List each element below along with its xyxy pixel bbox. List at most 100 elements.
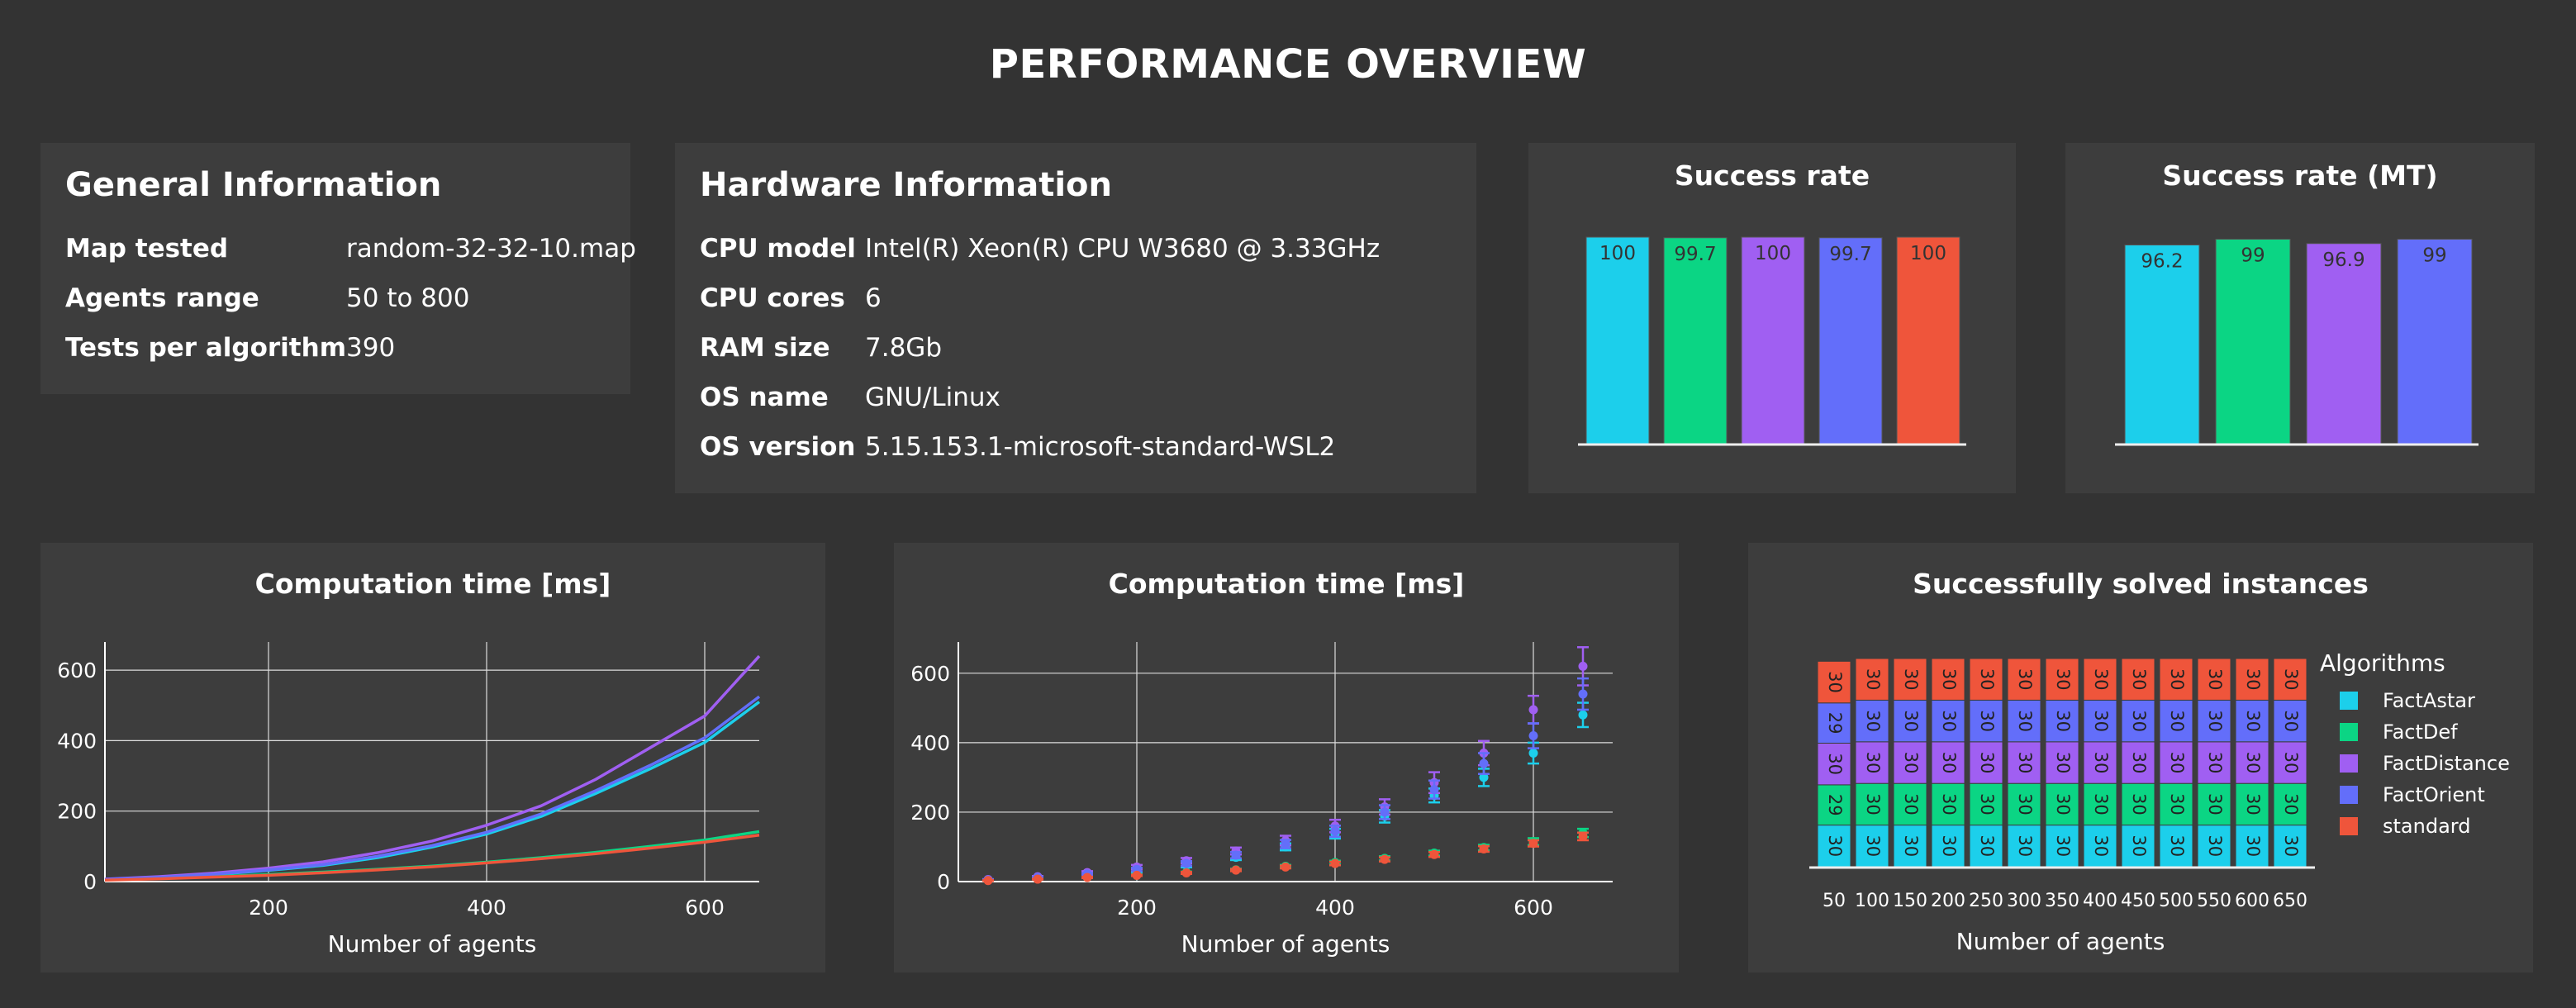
info-row: OS name GNU/Linux — [700, 373, 1380, 422]
bar-value-label: 99 — [2241, 245, 2265, 267]
stacked-bar-value-label: 30 — [1939, 793, 1959, 815]
computation-time-line-chart: 0 200 400 600 200 400 600 Number of agents — [57, 642, 761, 958]
info-value: GNU/Linux — [865, 383, 1000, 412]
bar-factdef — [1663, 237, 1728, 445]
bar-factdef — [2215, 239, 2291, 445]
legend-swatch-standard — [2340, 817, 2358, 835]
stacked-bar-value-label: 30 — [2091, 793, 2111, 815]
stacked-bar-value-label: 30 — [2015, 710, 2035, 732]
x-tick-label: 400 — [2083, 891, 2117, 911]
point-standard — [1479, 844, 1489, 853]
y-tick-label: 400 — [57, 729, 97, 753]
point-standard — [1429, 849, 1439, 859]
info-row: Agents range 50 to 800 — [65, 273, 636, 323]
stacked-bar-value-label: 30 — [2129, 668, 2149, 691]
stacked-bar-value-label: 30 — [1977, 834, 1997, 857]
bar-factastar — [2124, 245, 2200, 445]
stacked-bar-value-label: 30 — [1939, 834, 1959, 857]
stacked-bar-value-label: 30 — [1901, 668, 1921, 691]
stacked-bar-value-label: 29 — [1825, 712, 1845, 735]
point-factorient — [1380, 807, 1390, 817]
point-standard — [1082, 872, 1092, 882]
point-standard — [1281, 862, 1290, 872]
point-standard — [1578, 831, 1588, 841]
stacked-bar-value-label: 30 — [2281, 752, 2301, 774]
x-tick-label: 250 — [1969, 891, 2003, 911]
stacked-bar-value-label: 30 — [2053, 793, 2073, 815]
x-tick-label: 400 — [1315, 896, 1355, 920]
stacked-bar-value-label: 30 — [2053, 752, 2073, 774]
x-tick-label: 450 — [2121, 891, 2155, 911]
bar-value-label: 100 — [1599, 243, 1636, 264]
success-rate-mt-panel: Success rate (MT) 96.2 99 96.9 99 — [2065, 143, 2535, 493]
stacked-bar-value-label: 30 — [2167, 793, 2187, 815]
bar-value-label: 100 — [1910, 243, 1946, 264]
hardware-information-table: CPU model Intel(R) Xeon(R) CPU W3680 @ 3… — [700, 224, 1380, 472]
bar-factorient — [2397, 239, 2473, 445]
stacked-bar-value-label: 30 — [2281, 834, 2301, 857]
y-tick-label: 200 — [57, 800, 97, 824]
stacked-bar-value-label: 30 — [1901, 710, 1921, 732]
bar-factdistance — [2306, 243, 2382, 445]
point-factdistance — [1528, 705, 1538, 715]
info-row: CPU cores 6 — [700, 273, 1380, 323]
stacked-bar-value-label: 30 — [1825, 834, 1845, 857]
page-title: PERFORMANCE OVERVIEW — [989, 41, 1587, 88]
point-factorient — [1578, 689, 1588, 699]
info-label: OS name — [700, 383, 829, 412]
bar-value-label: 99.7 — [1829, 244, 1871, 265]
info-label: RAM size — [700, 333, 830, 363]
solved-instances-panel: Successfully solved instances 30 29 30 29 30… — [1748, 543, 2533, 972]
info-label: Map tested — [65, 234, 229, 264]
point-standard — [983, 876, 993, 886]
x-tick-label: 600 — [1514, 896, 1553, 920]
point-standard — [1528, 839, 1538, 849]
stacked-bar-value-label: 30 — [1825, 671, 1845, 693]
x-axis-label: Number of agents — [1956, 928, 2165, 955]
point-factdistance — [1578, 661, 1588, 671]
x-tick-label: 150 — [1893, 891, 1927, 911]
computation-time-line-panel: Computation time [ms] 0 200 400 600 200 400 60… — [40, 543, 825, 972]
point-factastar — [1528, 748, 1538, 758]
point-standard — [1181, 868, 1191, 877]
legend-swatch-factdistance — [2340, 754, 2358, 773]
info-label: Agents range — [65, 283, 259, 313]
stacked-bar-value-label: 30 — [2053, 834, 2073, 857]
info-value: 6 — [865, 283, 882, 313]
line-factastar — [104, 701, 761, 882]
stacked-bar-value-label: 30 — [2167, 752, 2187, 774]
stacked-bar-value-label: 30 — [2129, 710, 2149, 732]
info-label: CPU model — [700, 234, 856, 264]
info-value: random-32-32-10.map — [346, 234, 636, 264]
y-tick-label: 600 — [910, 662, 950, 686]
stacked-bar-value-label: 30 — [2281, 668, 2301, 691]
point-standard — [1033, 874, 1043, 884]
info-value: 390 — [346, 333, 396, 363]
stacked-bar-value-label: 30 — [1901, 752, 1921, 774]
stacked-bar-value-label: 30 — [2205, 793, 2225, 815]
stacked-bar-value-label: 30 — [2205, 834, 2225, 857]
stacked-bar-value-label: 30 — [1863, 752, 1883, 774]
point-factorient — [1281, 839, 1290, 849]
stacked-bar-value-label: 30 — [1939, 668, 1959, 691]
stacked-bar-value-label: 30 — [1901, 793, 1921, 815]
point-standard — [1231, 865, 1241, 875]
info-row: Map tested random-32-32-10.map — [65, 224, 636, 273]
legend-swatch-factdef — [2340, 723, 2358, 741]
info-value: 5.15.153.1-microsoft-standard-WSL2 — [865, 432, 1336, 462]
stacked-bar-value-label: 30 — [1977, 710, 1997, 732]
legend-label: FactOrient — [2383, 783, 2485, 806]
y-tick-label: 600 — [57, 659, 97, 682]
info-value: 50 to 800 — [346, 283, 470, 313]
stacked-bar-value-label: 30 — [1863, 793, 1883, 815]
hardware-information-panel: Hardware Information CPU model Intel(R) … — [675, 143, 1476, 493]
stacked-bar-value-label: 30 — [2091, 834, 2111, 857]
stacked-bar-value-label: 30 — [2015, 793, 2035, 815]
info-row: CPU model Intel(R) Xeon(R) CPU W3680 @ 3… — [700, 224, 1380, 273]
stacked-bar-value-label: 30 — [2281, 710, 2301, 732]
stacked-bar-value-label: 30 — [2205, 710, 2225, 732]
stacked-bar-value-label: 30 — [1825, 753, 1845, 775]
general-information-title: General Information — [65, 166, 442, 204]
legend-title: Algorithms — [2320, 649, 2445, 677]
computation-time-errorbar-panel: Computation time [ms] 0 200 400 600 200 400 60… — [894, 543, 1679, 972]
